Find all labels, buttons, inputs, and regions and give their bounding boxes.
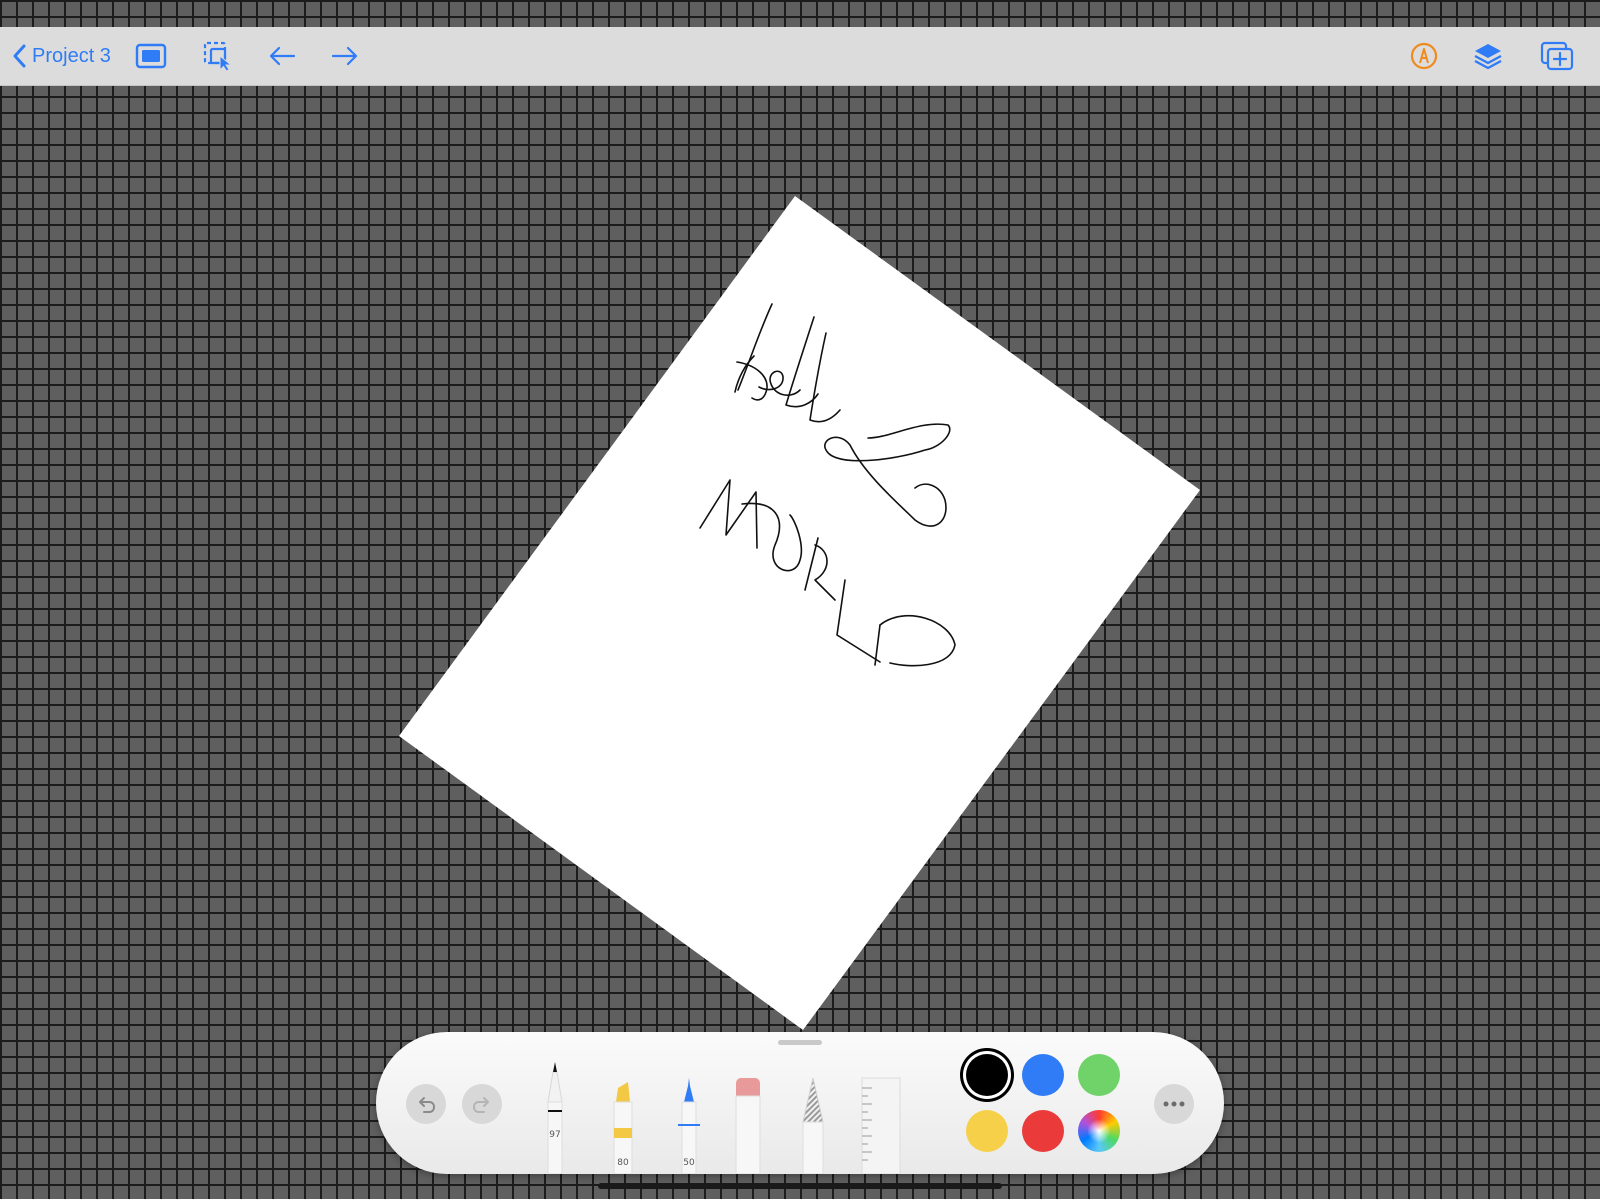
palette-grabber[interactable] xyxy=(778,1040,822,1045)
undo-history-button[interactable] xyxy=(264,40,300,72)
ellipsis-icon xyxy=(1163,1101,1185,1107)
eraser-icon xyxy=(735,1078,761,1175)
add-page-button[interactable] xyxy=(1539,40,1575,72)
color-swatch-black[interactable] xyxy=(966,1054,1008,1096)
tool-pencil[interactable] xyxy=(798,1074,828,1175)
tool-ruler[interactable] xyxy=(860,1076,902,1175)
highlighter-width-value: 80 xyxy=(617,1158,629,1168)
chevron-left-icon xyxy=(13,44,26,68)
color-swatch-yellow[interactable] xyxy=(966,1110,1008,1152)
pencil-icon xyxy=(802,1077,824,1175)
tool-palette: 97 80 50 xyxy=(376,1032,1224,1175)
top-toolbar: Project 3 xyxy=(0,27,1600,86)
color-wheel-icon xyxy=(1087,1119,1111,1143)
pen-width-value: 97 xyxy=(549,1130,561,1140)
tool-eraser[interactable] xyxy=(732,1076,764,1175)
ruler-icon xyxy=(861,1077,901,1175)
redo-icon xyxy=(472,1097,489,1113)
layers-icon xyxy=(1474,44,1502,70)
selection-button[interactable] xyxy=(200,40,236,72)
markup-button[interactable] xyxy=(1406,40,1442,72)
color-swatch-blue[interactable] xyxy=(1022,1054,1064,1096)
presentation-icon xyxy=(135,43,167,69)
color-swatch-green[interactable] xyxy=(1078,1054,1120,1096)
back-button-label: Project 3 xyxy=(32,44,111,67)
home-indicator[interactable] xyxy=(598,1183,1002,1189)
back-button[interactable]: Project 3 xyxy=(12,40,111,72)
undo-icon xyxy=(419,1097,436,1113)
color-picker-wheel[interactable] xyxy=(1078,1110,1120,1152)
add-page-icon xyxy=(1540,41,1574,71)
redo-history-button[interactable] xyxy=(327,40,363,72)
arrow-right-icon xyxy=(331,46,358,66)
more-options-button[interactable] xyxy=(1154,1084,1194,1124)
layers-button[interactable] xyxy=(1470,40,1506,72)
tool-highlighter[interactable]: 80 xyxy=(608,1072,638,1175)
presentation-button[interactable] xyxy=(133,40,169,72)
undo-button[interactable] xyxy=(406,1084,446,1124)
color-swatch-red[interactable] xyxy=(1022,1110,1064,1152)
pen-icon xyxy=(547,1062,563,1175)
marker-width-value: 50 xyxy=(683,1158,695,1168)
selection-icon xyxy=(203,41,233,72)
rotated-page[interactable] xyxy=(399,196,1200,1030)
redo-button[interactable] xyxy=(462,1084,502,1124)
pencil-circle-icon xyxy=(1410,42,1438,70)
tool-marker[interactable]: 50 xyxy=(674,1072,704,1175)
arrow-left-icon xyxy=(269,46,296,66)
tool-pen[interactable]: 97 xyxy=(540,1054,570,1175)
status-bar xyxy=(0,0,1600,27)
